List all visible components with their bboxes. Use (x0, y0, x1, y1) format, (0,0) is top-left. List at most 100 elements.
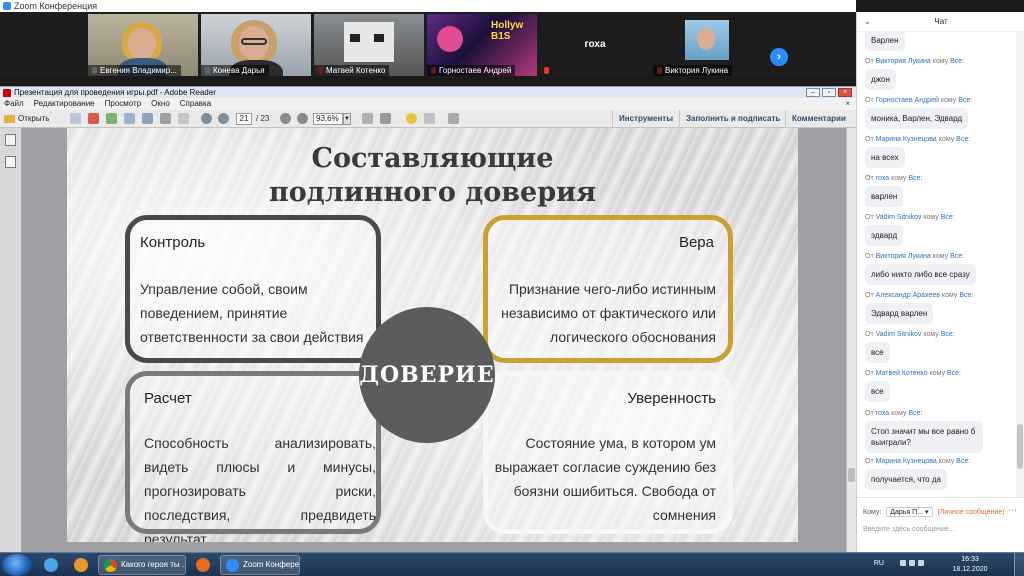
from-prefix: От (865, 136, 874, 143)
from-prefix: От (865, 214, 874, 221)
email-icon[interactable] (178, 113, 189, 124)
message-sender[interactable]: гоха (876, 175, 890, 182)
next-page-arrow-icon[interactable]: › (770, 48, 788, 66)
menu-view[interactable]: Просмотр (105, 98, 142, 110)
chat-message: От Марина Кузнецова кому Все: получается,… (865, 458, 1015, 490)
participant-tile[interactable]: Евгения Владимир... (88, 14, 198, 76)
chat-message: От Марина Кузнецова кому Все: на всех (865, 136, 1015, 168)
comment-icon[interactable] (406, 113, 417, 124)
save-icon[interactable] (142, 113, 153, 124)
highlight-icon[interactable] (424, 113, 435, 124)
show-desktop-button[interactable] (1014, 553, 1024, 576)
start-button-icon[interactable] (2, 554, 32, 576)
message-sender[interactable]: Марина Кузнецова (876, 136, 937, 143)
language-indicator[interactable]: RU (874, 560, 884, 567)
create-pdf-icon[interactable] (70, 113, 81, 124)
message-sender[interactable]: Виктория Лукина (876, 253, 931, 260)
fit-width-icon[interactable] (362, 113, 373, 124)
zoom-dropdown-chevron-icon[interactable]: ▼ (343, 113, 351, 125)
message-text: Варлен (865, 32, 905, 51)
page-number-input[interactable]: 21 (236, 113, 252, 125)
zoom-title-text: Zoom Конференция (14, 1, 98, 11)
from-prefix: От (865, 253, 874, 260)
menu-help[interactable]: Справка (180, 98, 211, 110)
comments-button[interactable]: Комментарии (785, 110, 852, 128)
page-up-icon[interactable] (201, 113, 212, 124)
more-options-icon[interactable]: ⋯ (1008, 505, 1017, 516)
zoom-taskbar-button[interactable]: Zoom Конферен... (220, 555, 300, 575)
message-recipient: Все: (940, 214, 955, 221)
participant-tile[interactable]: Конева Дарья (201, 14, 311, 76)
page-thumbnails-icon[interactable] (5, 134, 16, 146)
to-prefix: кому (932, 58, 949, 65)
document-scrollbar[interactable] (846, 128, 856, 552)
chevron-down-icon[interactable]: ⌄ (864, 12, 871, 32)
message-sender[interactable]: Виктория Лукина (876, 58, 931, 65)
message-recipient: Все: (950, 58, 965, 65)
message-recipient: Все: (908, 175, 923, 182)
scrollbar-thumb[interactable] (1017, 424, 1023, 469)
close-document-icon[interactable]: × (845, 98, 850, 110)
page-down-icon[interactable] (218, 113, 229, 124)
presentation-slide: Составляющие подлинного доверия Контроль… (67, 128, 798, 542)
message-meta: От гоха кому Все: (865, 410, 1015, 417)
recipient-select[interactable]: Дарья П... ▾ (886, 507, 933, 517)
participant-tile[interactable]: Матвей Котенко (314, 14, 424, 76)
attachments-icon[interactable] (5, 156, 16, 168)
tools-button[interactable]: Инструменты (612, 110, 679, 128)
adobe-toolbar: Открыть 21 / 23 93,6% ▼ Инструменты Запо… (0, 110, 856, 128)
card-body: Признание чего-либо истинным независимо … (501, 281, 716, 345)
to-prefix: кому (938, 136, 955, 143)
cloud-icon[interactable] (124, 113, 135, 124)
folder-icon (4, 115, 15, 123)
print-icon[interactable] (160, 113, 171, 124)
from-prefix: От (865, 97, 874, 104)
menu-edit[interactable]: Редактирование (34, 98, 95, 110)
fit-page-icon[interactable] (380, 113, 391, 124)
message-meta: От Vadim Sitnikov кому Все: (865, 214, 1015, 221)
maximize-icon[interactable]: ▫ (822, 88, 836, 97)
share-icon[interactable] (106, 113, 117, 124)
to-prefix: кому (923, 331, 939, 338)
chat-scrollbar[interactable] (1016, 32, 1024, 497)
message-sender[interactable]: Горностаев Андрей (876, 97, 939, 104)
open-button[interactable]: Открыть (4, 112, 49, 126)
clock[interactable]: 16:33 18.12.2020 (946, 555, 994, 575)
message-meta: От Горностаев Андрей кому Все: (865, 97, 1015, 104)
to-prefix: кому (929, 370, 945, 377)
message-recipient: Все: (950, 253, 965, 260)
zoom-out-icon[interactable] (280, 113, 291, 124)
chat-message-input[interactable]: Введите здесь сообщение... (863, 526, 1018, 533)
chat-message: От гоха кому Все: варлен (865, 175, 1015, 207)
open-label: Открыть (18, 114, 50, 123)
menu-window[interactable]: Окно (151, 98, 170, 110)
ie-taskbar-button[interactable] (36, 555, 66, 575)
message-sender[interactable]: Vadim Sitnikov (876, 214, 922, 221)
chrome-taskbar-button[interactable]: Какого героя ты ... (98, 555, 186, 575)
message-sender[interactable]: Матвей Котенко (876, 370, 928, 377)
flag-icon[interactable] (918, 560, 924, 566)
message-sender[interactable]: Марина Кузнецова (876, 458, 937, 465)
zoom-level-input[interactable]: 93,6% (313, 113, 343, 125)
close-icon[interactable]: × (838, 88, 852, 97)
participant-tile[interactable]: Hollyw B1S Горностаев Андрей (427, 14, 537, 76)
message-sender[interactable]: Александр Арахеев (876, 292, 940, 299)
message-sender[interactable]: Vadim Sitnikov (876, 331, 922, 338)
firefox-taskbar-button[interactable] (188, 555, 218, 575)
zoom-in-icon[interactable] (297, 113, 308, 124)
volume-icon[interactable] (909, 560, 915, 566)
participant-tile[interactable]: Виктория Лукина (653, 14, 763, 76)
participant-tile[interactable]: гоха (540, 14, 650, 76)
fill-sign-button[interactable]: Заполнить и подписать (679, 110, 786, 128)
from-prefix: От (865, 410, 874, 417)
cartoon-shape (437, 26, 463, 52)
card-faith: Вера Признание чего-либо истинным незави… (483, 215, 733, 363)
media-taskbar-button[interactable] (66, 555, 96, 575)
minimize-icon[interactable]: – (806, 88, 820, 97)
menu-file[interactable]: Файл (4, 98, 24, 110)
network-icon[interactable] (900, 560, 906, 566)
message-sender[interactable]: гоха (876, 410, 890, 417)
scrollbar-thumb[interactable] (848, 468, 855, 482)
pdf-tools-icon[interactable] (88, 113, 99, 124)
extend-tools-icon[interactable] (448, 113, 459, 124)
